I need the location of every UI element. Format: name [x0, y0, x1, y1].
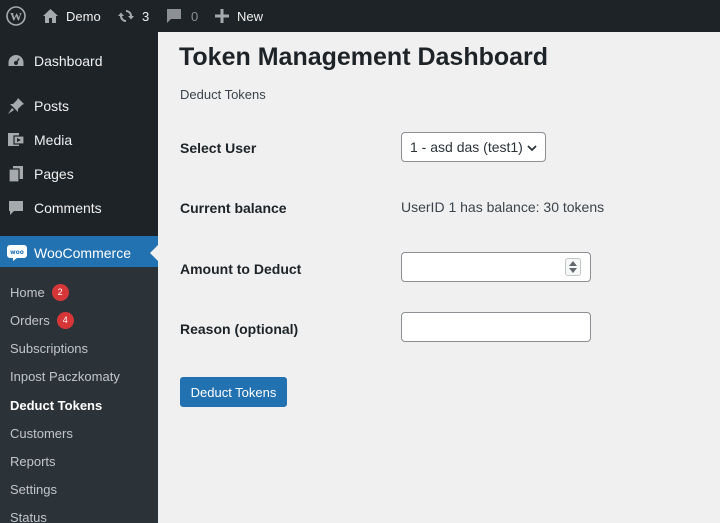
woocommerce-icon: woo [7, 244, 27, 262]
submenu-item-home[interactable]: Home 2 [10, 282, 69, 302]
submenu-item-label: Status [10, 509, 47, 523]
updates-icon [117, 8, 135, 24]
select-user-dropdown[interactable]: 1 - asd das (test1) [401, 132, 546, 162]
submenu-item-label: Deduct Tokens [10, 397, 103, 413]
submenu-item-label: Reports [10, 453, 56, 469]
submenu-item-label: Subscriptions [10, 340, 89, 356]
comments-count: 0 [191, 8, 199, 24]
submenu-item-settings[interactable]: Settings [10, 479, 57, 499]
svg-text:woo: woo [10, 249, 24, 256]
comments-link[interactable]: 0 [166, 0, 198, 32]
chevron-down-icon [526, 141, 538, 157]
submenu-item-label: Orders [10, 312, 50, 328]
submenu-item-label: Home [10, 284, 45, 300]
select-user-label: Select User [180, 140, 257, 156]
updates-link[interactable]: 3 [117, 0, 149, 32]
submenu-item-label: Customers [10, 425, 73, 441]
reason-input[interactable] [401, 312, 591, 342]
new-label: New [237, 8, 264, 24]
amount-to-deduct-label: Amount to Deduct [180, 261, 302, 277]
orders-count-badge: 4 [56, 311, 74, 329]
site-name: Demo [66, 8, 101, 24]
amount-to-deduct-input[interactable] [401, 252, 591, 282]
admin-sidebar: Dashboard Posts Media Pages Comments woo… [0, 32, 158, 523]
spinner-down-icon [569, 268, 577, 273]
menu-item-label: WooCommerce [34, 245, 131, 261]
submenu-item-label: Inpost Paczkomaty [10, 368, 120, 384]
selected-user-value: 1 - asd das (test1) [410, 139, 523, 155]
menu-item-posts[interactable]: Posts [0, 89, 158, 123]
menu-item-label: Dashboard [34, 53, 103, 69]
current-balance-value: UserID 1 has balance: 30 tokens [401, 199, 605, 215]
menu-item-media[interactable]: Media [0, 123, 158, 157]
submenu-item-label: Settings [10, 481, 57, 497]
menu-item-pages[interactable]: Pages [0, 157, 158, 191]
submenu-item-customers[interactable]: Customers [10, 423, 73, 443]
wordpress-logo-icon[interactable]: W [6, 0, 26, 32]
pages-icon [7, 165, 25, 183]
site-home-link[interactable]: Demo [42, 0, 101, 32]
menu-item-label: Posts [34, 98, 70, 114]
submenu-item-status[interactable]: Status [10, 507, 47, 523]
page-title: Token Management Dashboard [179, 43, 549, 71]
admin-bar: W Demo 3 0 New [0, 0, 720, 32]
pin-icon [7, 97, 25, 115]
home-count-badge: 2 [51, 283, 69, 301]
menu-item-label: Pages [34, 166, 74, 182]
current-balance-label: Current balance [180, 200, 287, 216]
comment-icon [7, 199, 25, 217]
menu-item-dashboard[interactable]: Dashboard [0, 44, 158, 78]
home-icon [42, 8, 59, 24]
updates-count: 3 [142, 8, 150, 24]
submenu-item-inpost-paczkomaty[interactable]: Inpost Paczkomaty [10, 366, 120, 386]
number-spinner[interactable] [565, 258, 581, 276]
woocommerce-submenu: Home 2 Orders 4 Subscriptions Inpost Pac… [0, 267, 158, 523]
dashboard-icon [7, 52, 25, 70]
svg-text:W: W [10, 10, 22, 24]
plus-icon [215, 9, 229, 23]
current-menu-arrow [150, 245, 158, 261]
main-content: Token Management Dashboard Deduct Tokens… [158, 32, 720, 523]
menu-item-woocommerce[interactable]: woo WooCommerce [0, 236, 158, 270]
submenu-item-deduct-tokens[interactable]: Deduct Tokens [10, 395, 102, 415]
submenu-item-subscriptions[interactable]: Subscriptions [10, 338, 88, 358]
menu-item-label: Media [34, 132, 73, 148]
new-content-link[interactable]: New [215, 0, 263, 32]
deduct-tokens-button[interactable]: Deduct Tokens [180, 377, 287, 407]
page-subtitle: Deduct Tokens [180, 87, 266, 102]
menu-item-label: Comments [34, 200, 102, 216]
spinner-up-icon [569, 261, 577, 266]
reason-label: Reason (optional) [180, 321, 299, 337]
media-icon [7, 131, 25, 149]
menu-item-comments[interactable]: Comments [0, 191, 158, 225]
submenu-item-orders[interactable]: Orders 4 [10, 310, 74, 330]
comment-bubble-icon [166, 8, 182, 24]
submenu-item-reports[interactable]: Reports [10, 451, 56, 471]
